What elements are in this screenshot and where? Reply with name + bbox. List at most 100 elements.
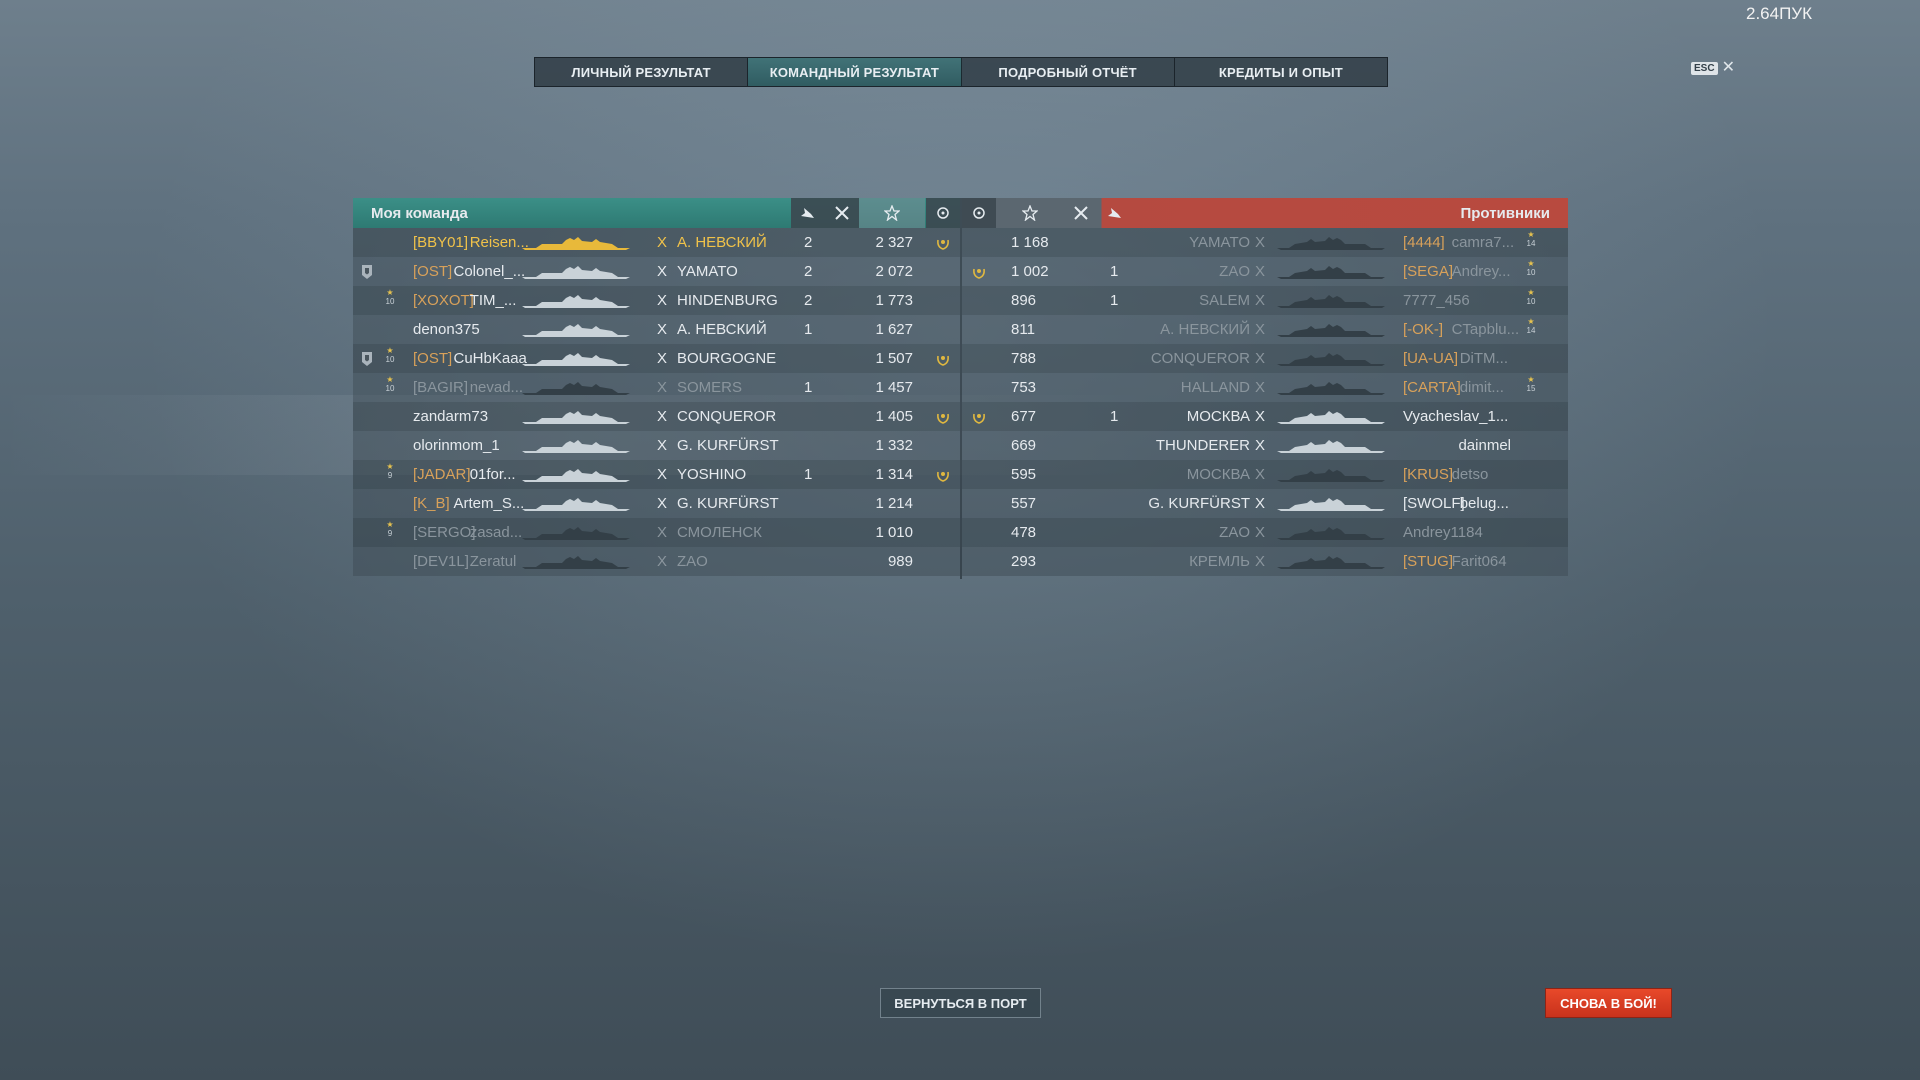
table-row[interactable]: 595 МОСКВА X [KRUS] detso bbox=[962, 460, 1568, 489]
table-row[interactable]: [BBY01] Reisen... X А. НЕВСКИЙ 2 2 327 bbox=[353, 228, 960, 257]
battle-again-button[interactable]: СНОВА В БОЙ! bbox=[1545, 988, 1672, 1018]
tab-personal-result[interactable]: ЛИЧНЫЙ РЕЗУЛЬТАТ bbox=[535, 58, 749, 86]
ship-name: ZAO bbox=[677, 553, 708, 570]
score-value: 557 bbox=[1011, 495, 1037, 512]
division-icon bbox=[357, 349, 377, 369]
ship-tier: X bbox=[657, 437, 668, 454]
player-clan: [JADAR] bbox=[413, 466, 471, 483]
tab-team-result[interactable]: КОМАНДНЫЙ РЕЗУЛЬТАТ bbox=[748, 58, 962, 86]
score-value: 2 072 bbox=[875, 263, 913, 280]
table-row[interactable]: ★ 10 [XOXOT] TIM_... X HINDENBURG 2 1 773 bbox=[353, 286, 960, 315]
ship-tier: X bbox=[1255, 321, 1266, 338]
ship-name: ZAO bbox=[1219, 263, 1250, 280]
score-value: 896 bbox=[1011, 292, 1037, 309]
player-clan: [K_B] bbox=[413, 495, 450, 512]
ship-name: THUNDERER bbox=[1155, 437, 1250, 454]
ship-name: G. KURFÜRST bbox=[677, 495, 779, 512]
score-value: 677 bbox=[1011, 408, 1037, 425]
table-row[interactable]: denon375 X А. НЕВСКИЙ 1 1 627 bbox=[353, 315, 960, 344]
my-team-panel: Моя команда [BBY01] Reisen... X А. НЕВСКИЙ 2… bbox=[353, 198, 960, 579]
ship-silhouette-icon bbox=[1277, 323, 1385, 337]
rank-star-icon: ★ 10 bbox=[385, 288, 395, 306]
rank-star-icon: ★ 9 bbox=[386, 520, 394, 538]
table-row[interactable]: 669 THUNDERER Xdainmel bbox=[962, 431, 1568, 460]
table-row[interactable]: 478 ZAO X Andrey1184 bbox=[962, 518, 1568, 547]
table-row[interactable]: zandarm73 X CONQUEROR 1 405 bbox=[353, 402, 960, 431]
table-row[interactable]: ★ 9 [SERGO] zasad... X СМОЛЕНСК 1 010 bbox=[353, 518, 960, 547]
table-row[interactable]: ★ 10 [OST] CuHbKaaa X BOURGOGNE 1 507 bbox=[353, 344, 960, 373]
result-tabs: ЛИЧНЫЙ РЕЗУЛЬТАТ КОМАНДНЫЙ РЕЗУЛЬТАТ ПОД… bbox=[534, 57, 1388, 87]
score-value: 1 457 bbox=[875, 379, 913, 396]
ship-silhouette-icon bbox=[522, 323, 630, 337]
ship-name: CONQUEROR bbox=[1150, 350, 1250, 367]
ship-silhouette-icon bbox=[522, 236, 630, 250]
ship-tier: X bbox=[1255, 466, 1266, 483]
table-row[interactable]: 811 А. НЕВСКИЙ X [-OK-] CTapblu... ★ 14 bbox=[962, 315, 1568, 344]
player-clan: [KRUS] bbox=[1403, 466, 1454, 483]
my-team-list: [BBY01] Reisen... X А. НЕВСКИЙ 2 2 327 [OST] Co… bbox=[353, 228, 960, 576]
ship-name: А. НЕВСКИЙ bbox=[1160, 321, 1250, 338]
table-row[interactable]: [K_B] Artem_S... X G. KURFÜRST 1 214 bbox=[353, 489, 960, 518]
kills-value: 2 bbox=[804, 292, 813, 309]
table-row[interactable]: ★ 10 [BAGIR] nevad... X SOMERS 1 1 457 bbox=[353, 373, 960, 402]
fps-counter: 2.64ПУК bbox=[1745, 4, 1812, 23]
ship-name: YOSHINO bbox=[677, 466, 747, 483]
ship-name: HALLAND bbox=[1180, 379, 1250, 396]
table-row[interactable]: ★ 9 [JADAR] 01for... X YOSHINO 1 1 314 bbox=[353, 460, 960, 489]
score-value: 1 314 bbox=[875, 466, 913, 483]
ship-silhouette-icon bbox=[1277, 410, 1385, 424]
ship-silhouette-icon bbox=[1277, 294, 1385, 308]
rank-star-icon: ★ 15 bbox=[1526, 375, 1536, 393]
ship-silhouette-icon bbox=[522, 555, 630, 569]
close-button[interactable]: ESC ✕ bbox=[1691, 60, 1735, 76]
player-clan: [SWOLF] bbox=[1403, 495, 1465, 512]
ship-silhouette-icon bbox=[522, 497, 630, 511]
rank-star-icon: ★ 10 bbox=[385, 375, 395, 393]
ship-tier: X bbox=[657, 408, 668, 425]
table-row[interactable]: 557 G. KURFÜRST X [SWOLF] belug... bbox=[962, 489, 1568, 518]
table-row[interactable]: 293 КРЕМЛЬ X [STUG] Farit064 bbox=[962, 547, 1568, 576]
ship-tier: X bbox=[1255, 553, 1266, 570]
player-name: olorinmom_1 bbox=[413, 437, 500, 454]
ship-name: YAMATO bbox=[677, 263, 738, 280]
player-name: Artem_S... bbox=[453, 495, 525, 512]
player-clan: [BAGIR] bbox=[413, 379, 469, 396]
star-icon bbox=[997, 198, 1063, 228]
table-row[interactable]: 896 1 SALEM X 7777_456 ★ 10 bbox=[962, 286, 1568, 315]
kills-value: 1 bbox=[1110, 292, 1119, 309]
rank-level: 10 bbox=[385, 297, 395, 306]
player-clan: [OST] bbox=[413, 350, 453, 367]
ship-silhouette-icon bbox=[522, 526, 630, 540]
ship-silhouette-icon bbox=[522, 265, 630, 279]
table-row[interactable]: 788 CONQUEROR X [UA-UA] DiTM... bbox=[962, 344, 1568, 373]
player-name: Andrey... bbox=[1451, 263, 1511, 280]
table-row[interactable]: 677 1 МОСКВА X Vyacheslav_1... bbox=[962, 402, 1568, 431]
return-to-port-button[interactable]: ВЕРНУТЬСЯ В ПОРТ bbox=[880, 988, 1041, 1018]
player-name: dainmel bbox=[1458, 437, 1511, 454]
tab-detailed-report[interactable]: ПОДРОБНЫЙ ОТЧЁТ bbox=[962, 58, 1175, 86]
table-row[interactable]: [OST] Colonel_... X YAMATO 2 2 072 bbox=[353, 257, 960, 286]
ship-tier: X bbox=[657, 466, 668, 483]
table-row[interactable]: 1 168 YAMATO X [4444] camra7... ★ 14 bbox=[962, 228, 1568, 257]
ship-tier: X bbox=[657, 524, 668, 541]
score-value: 811 bbox=[1011, 321, 1035, 338]
ship-name: СМОЛЕНСК bbox=[677, 524, 762, 541]
tab-credits-xp[interactable]: КРЕДИТЫ И ОПЫТ bbox=[1175, 58, 1387, 86]
table-row[interactable]: olorinmom_1 X G. KURFÜRST 1 332 bbox=[353, 431, 960, 460]
player-name: belug... bbox=[1459, 495, 1509, 512]
laurel-icon bbox=[969, 262, 989, 282]
rank-star-icon: ★ 9 bbox=[386, 462, 394, 480]
rank-level: 15 bbox=[1526, 384, 1536, 393]
score-value: 989 bbox=[887, 553, 913, 570]
player-clan: [-OK-] bbox=[1403, 321, 1443, 338]
player-clan: [XOXOT] bbox=[413, 292, 474, 309]
laurel-icon bbox=[933, 407, 953, 427]
ship-name: МОСКВА bbox=[1186, 466, 1250, 483]
table-row[interactable]: 1 002 1 ZAO X [SEGA] Andrey... ★ 10 bbox=[962, 257, 1568, 286]
rank-star-icon: ★ 14 bbox=[1526, 317, 1536, 335]
table-row[interactable]: 753 HALLAND X [CARTA] dimit... ★ 15 bbox=[962, 373, 1568, 402]
table-row[interactable]: [DEV1L] Zeratul X ZAO 989 bbox=[353, 547, 960, 576]
ship-tier: X bbox=[657, 379, 668, 396]
score-value: 595 bbox=[1011, 466, 1037, 483]
player-name: denon375 bbox=[413, 321, 480, 338]
